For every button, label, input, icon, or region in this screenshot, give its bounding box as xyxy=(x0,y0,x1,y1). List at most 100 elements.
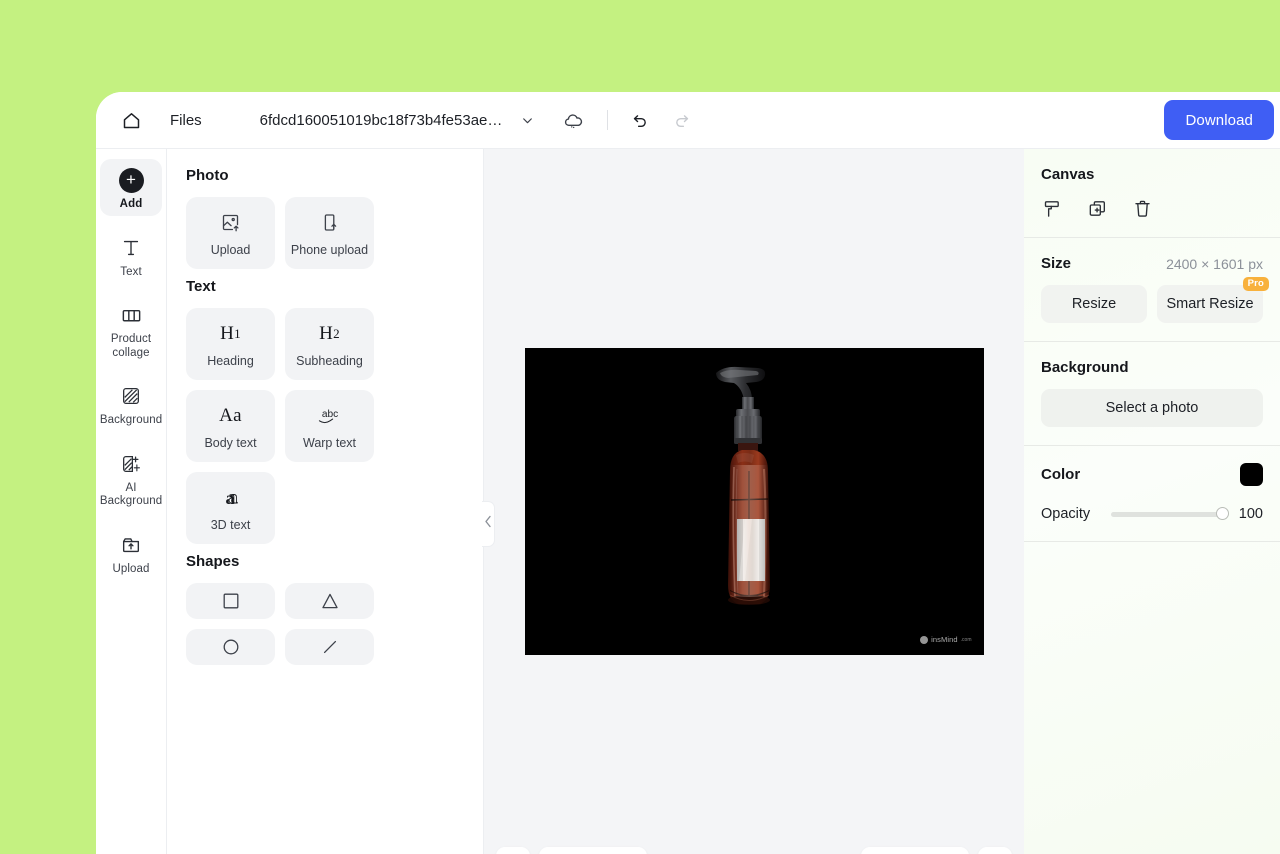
upload-folder-icon xyxy=(116,530,146,560)
color-label: Color xyxy=(1041,466,1081,483)
square-shape-card[interactable] xyxy=(186,583,275,619)
size-value: 2400 × 1601 px xyxy=(1166,255,1263,272)
home-icon[interactable] xyxy=(114,103,148,137)
warp-text-card[interactable]: abc Warp text xyxy=(285,390,374,462)
section-title-photo: Photo xyxy=(186,167,229,184)
smart-resize-label: Smart Resize xyxy=(1166,296,1254,312)
sidebar-item-background[interactable]: Background xyxy=(100,375,162,432)
opacity-value: 100 xyxy=(1238,506,1263,522)
h2-icon: H2 xyxy=(319,322,340,344)
cloud-sync-icon[interactable] xyxy=(562,108,586,132)
zoom-control[interactable] xyxy=(861,847,969,854)
watermark-text: insMind xyxy=(931,635,958,644)
canvas-tool-row xyxy=(1041,183,1263,237)
card-label: Upload xyxy=(210,242,251,257)
panel-collapse-toggle[interactable] xyxy=(482,501,495,547)
opacity-row: Opacity 100 xyxy=(1041,486,1263,541)
image-upload-icon xyxy=(220,210,241,236)
pro-badge: Pro xyxy=(1242,277,1269,291)
sidebar-item-product-collage[interactable]: Product collage xyxy=(100,294,162,364)
inspector-title: Canvas xyxy=(1041,166,1095,183)
header-divider xyxy=(606,110,608,130)
h1-icon: H1 xyxy=(220,322,241,344)
product-bottle-graphic xyxy=(716,366,770,605)
upload-card[interactable]: Upload xyxy=(186,197,275,269)
left-tool-rail: + Add Text Product collage Background AI… xyxy=(96,149,167,854)
color-row: Color xyxy=(1041,446,1263,486)
card-label: Phone upload xyxy=(290,242,369,257)
select-a-photo-button[interactable]: Select a photo xyxy=(1041,389,1263,427)
color-swatch[interactable] xyxy=(1240,463,1263,486)
3d-text-icon: a a xyxy=(219,485,243,511)
3d-text-card[interactable]: a a 3D text xyxy=(186,472,275,544)
sidebar-item-label: Background xyxy=(99,414,163,426)
smart-resize-button[interactable]: Smart Resize Pro xyxy=(1157,277,1269,323)
sidebar-item-upload[interactable]: Upload xyxy=(100,524,162,581)
sidebar-item-text[interactable]: Text xyxy=(100,227,162,284)
trash-icon[interactable] xyxy=(1131,197,1154,220)
opacity-slider-knob[interactable] xyxy=(1216,507,1229,520)
fullscreen-button[interactable] xyxy=(978,847,1012,854)
circle-shape-card[interactable] xyxy=(186,629,275,665)
triangle-shape-card[interactable] xyxy=(285,583,374,619)
section-title-text: Text xyxy=(186,278,216,295)
sidebar-item-ai-background[interactable]: AI Background xyxy=(100,443,162,513)
product-collage-icon xyxy=(116,300,146,330)
artboard[interactable]: insMind .com xyxy=(524,348,984,655)
sidebar-item-label: Text xyxy=(120,265,142,278)
watermark: insMind .com xyxy=(920,635,972,644)
card-label: Subheading xyxy=(296,353,363,368)
download-button[interactable]: Download xyxy=(1164,100,1274,140)
opacity-label: Opacity xyxy=(1041,506,1091,522)
text-card-grid: H1 Heading H2 Subheading Aa Body text ab… xyxy=(186,308,464,544)
card-label: Warp text xyxy=(302,435,357,450)
section-title-shapes: Shapes xyxy=(186,553,240,570)
background-row: Background xyxy=(1041,342,1263,376)
sidebar-item-label: AI Background xyxy=(99,481,163,508)
canvas-stage[interactable]: insMind .com xyxy=(484,149,1024,854)
inspector-panel: Canvas Size 2400 × 1601 px Resize Smart … xyxy=(1024,149,1280,854)
line-shape-card[interactable] xyxy=(285,629,374,665)
files-menu[interactable]: Files xyxy=(170,112,202,129)
card-label: 3D text xyxy=(210,517,251,532)
undo-icon[interactable] xyxy=(628,108,652,132)
subheading-card[interactable]: H2 Subheading xyxy=(285,308,374,380)
warp-text-icon: abc xyxy=(315,403,345,429)
chevron-left-icon xyxy=(484,515,492,533)
opacity-slider[interactable] xyxy=(1111,507,1229,520)
circle-shape-icon xyxy=(221,634,241,660)
shape-card-grid xyxy=(186,583,464,665)
canvas-bottom-bar xyxy=(484,840,1024,854)
phone-upload-card[interactable]: Phone upload xyxy=(285,197,374,269)
layers-button[interactable] xyxy=(496,847,530,854)
divider xyxy=(1024,541,1280,542)
svg-text:abc: abc xyxy=(321,408,337,419)
text-t-icon xyxy=(116,233,146,263)
card-label: Body text xyxy=(204,435,257,450)
background-hatch-icon xyxy=(116,381,146,411)
sidebar-item-label: Add xyxy=(119,198,143,210)
square-shape-icon xyxy=(221,588,241,614)
sidebar-item-add[interactable]: + Add xyxy=(100,159,162,216)
size-row: Size 2400 × 1601 px xyxy=(1041,238,1263,272)
ai-background-sparkle-icon xyxy=(116,449,146,479)
sidebar-item-label: Upload xyxy=(112,562,150,575)
phone-upload-icon xyxy=(319,210,340,236)
body-text-card[interactable]: Aa Body text xyxy=(186,390,275,462)
duplicate-icon[interactable] xyxy=(1086,197,1109,220)
heading-card[interactable]: H1 Heading xyxy=(186,308,275,380)
plus-circle-icon: + xyxy=(116,165,146,195)
sidebar-item-label: Product collage xyxy=(110,333,152,359)
resize-button-row: Resize Smart Resize Pro xyxy=(1041,272,1269,341)
chevron-down-icon[interactable] xyxy=(518,110,538,130)
line-shape-icon xyxy=(320,634,340,660)
resize-button[interactable]: Resize xyxy=(1041,285,1147,323)
app-header: Files 6fdcd160051019bc18f73b4fe53ae1... xyxy=(96,92,1280,149)
paint-roller-icon[interactable] xyxy=(1041,197,1064,220)
card-label: Heading xyxy=(207,353,254,368)
photo-card-grid: Upload Phone upload xyxy=(186,197,464,269)
page-thumbnail-button[interactable] xyxy=(539,847,647,854)
redo-icon[interactable] xyxy=(670,108,694,132)
file-name-label[interactable]: 6fdcd160051019bc18f73b4fe53ae1... xyxy=(260,112,508,129)
aa-icon: Aa xyxy=(219,404,242,426)
